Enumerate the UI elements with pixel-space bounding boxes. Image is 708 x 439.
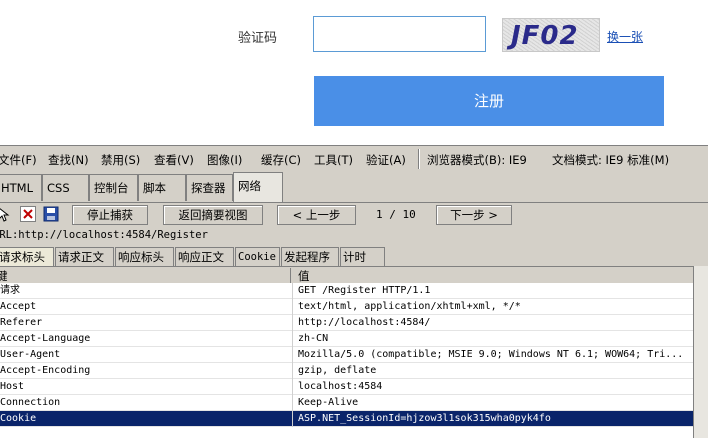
captcha-image-text: JF02 — [511, 21, 579, 51]
tab-cookie[interactable]: Cookie — [235, 247, 280, 267]
browser-mode-menu[interactable]: 浏览器模式(B): IE9 — [427, 152, 527, 168]
request-url: URL:http://localhost:4584/Register — [0, 229, 208, 241]
column-separator — [292, 347, 293, 363]
header-key: 请求 — [0, 285, 20, 296]
tab-response-headers[interactable]: 响应标头 — [115, 247, 174, 267]
header-value: Keep-Alive — [298, 397, 359, 408]
developer-tools-panel: 文件(F) 查找(N) 禁用(S) 查看(V) 图像(I) 缓存(C) 工具(T… — [0, 145, 708, 439]
header-value: text/html, application/xhtml+xml, */* — [298, 301, 521, 312]
select-icon[interactable] — [0, 206, 12, 222]
devtools-tabs: HTML CSS 控制台 脚本 探查器 网络 — [0, 172, 708, 203]
header-value: localhost:4584 — [298, 381, 383, 392]
column-separator — [292, 315, 293, 331]
menu-find[interactable]: 查找(N) — [48, 152, 89, 168]
tab-profiler[interactable]: 探查器 — [186, 174, 233, 201]
document-mode-menu[interactable]: 文档模式: IE9 标准(M) — [552, 152, 669, 168]
table-row[interactable]: User-Agent Mozilla/5.0 (compatible; MSIE … — [0, 347, 693, 363]
table-row[interactable]: Cookie ASP.NET_SessionId=hjzow3l1sok315wh… — [0, 411, 693, 427]
column-separator — [292, 379, 293, 395]
registration-form: 验证码 JF02 换一张 注册 — [0, 0, 708, 140]
menu-images[interactable]: 图像(I) — [207, 152, 242, 168]
header-key: Referer — [0, 317, 43, 328]
column-separator — [292, 331, 293, 347]
header-value: Mozilla/5.0 (compatible; MSIE 9.0; Windo… — [298, 349, 684, 360]
column-separator — [292, 363, 293, 379]
previous-button[interactable]: < 上一步 — [277, 205, 356, 225]
column-separator — [292, 395, 293, 411]
header-value: http://localhost:4584/ — [298, 317, 431, 328]
tab-css[interactable]: CSS — [42, 174, 89, 201]
header-key: Accept — [0, 301, 37, 312]
header-key: Accept-Encoding — [0, 365, 91, 376]
tab-html[interactable]: HTML — [0, 174, 42, 201]
menu-cache[interactable]: 缓存(C) — [261, 152, 301, 168]
table-row[interactable]: Accept-Language zh-CN — [0, 331, 693, 347]
header-value: ASP.NET_SessionId=hjzow3l1sok315wha0pyk4… — [298, 413, 551, 424]
captcha-input[interactable] — [313, 16, 486, 52]
grid-scrollbar[interactable] — [693, 266, 708, 438]
menu-file[interactable]: 文件(F) — [0, 152, 37, 168]
register-button[interactable]: 注册 — [314, 76, 664, 126]
table-row[interactable]: 请求 GET /Register HTTP/1.1 — [0, 283, 693, 299]
column-header-key[interactable]: 键 — [0, 268, 291, 283]
table-row[interactable]: Accept text/html, application/xhtml+xml, … — [0, 299, 693, 315]
menu-disable[interactable]: 禁用(S) — [101, 152, 140, 168]
tab-response-body[interactable]: 响应正文 — [175, 247, 234, 267]
grid-header: 键 值 — [0, 267, 693, 283]
table-row[interactable]: Connection Keep-Alive — [0, 395, 693, 411]
header-value: zh-CN — [298, 333, 329, 344]
column-separator — [292, 411, 293, 427]
network-toolbar: 停止捕获 返回摘要视图 < 上一步 1 / 10 下一步 > — [0, 203, 708, 227]
header-value: gzip, deflate — [298, 365, 377, 376]
menu-tools[interactable]: 工具(T) — [314, 152, 353, 168]
menu-view[interactable]: 查看(V) — [154, 152, 194, 168]
captcha-label: 验证码 — [238, 31, 278, 46]
captcha-image: JF02 — [502, 18, 600, 52]
table-row[interactable]: Accept-Encoding gzip, deflate — [0, 363, 693, 379]
column-separator — [292, 299, 293, 315]
header-rows: 请求 GET /Register HTTP/1.1 Accept text/html,… — [0, 283, 693, 427]
headers-grid: 键 值 请求 GET /Register HTTP/1.1 Accept text/h… — [0, 266, 693, 439]
header-value: GET /Register HTTP/1.1 — [298, 285, 431, 296]
menu-validate[interactable]: 验证(A) — [366, 152, 406, 168]
devtools-menubar: 文件(F) 查找(N) 禁用(S) 查看(V) 图像(I) 缓存(C) 工具(T… — [0, 145, 708, 173]
clear-icon[interactable] — [20, 206, 36, 222]
captcha-refresh-link[interactable]: 换一张 — [607, 28, 643, 45]
tab-console[interactable]: 控制台 — [89, 174, 138, 201]
request-detail-tabs: 请求标头 请求正文 响应标头 响应正文 Cookie 发起程序 计时 — [0, 247, 708, 267]
menu-separator — [418, 149, 420, 169]
tab-script[interactable]: 脚本 — [138, 174, 186, 201]
header-key: Host — [0, 381, 25, 392]
tab-request-body[interactable]: 请求正文 — [55, 247, 114, 267]
header-key: Connection — [0, 397, 61, 408]
save-icon[interactable] — [43, 206, 59, 222]
header-key: Cookie — [0, 413, 37, 424]
page-indicator: 1 / 10 — [376, 208, 416, 221]
header-key: User-Agent — [0, 349, 61, 360]
tab-initiator[interactable]: 发起程序 — [281, 247, 339, 267]
column-header-value[interactable]: 值 — [298, 268, 310, 284]
back-to-summary-button[interactable]: 返回摘要视图 — [163, 205, 263, 225]
tab-request-headers[interactable]: 请求标头 — [0, 247, 54, 267]
tab-network[interactable]: 网络 — [233, 172, 283, 202]
column-separator — [292, 283, 293, 299]
table-row[interactable]: Host localhost:4584 — [0, 379, 693, 395]
tab-timing[interactable]: 计时 — [340, 247, 385, 267]
table-row[interactable]: Referer http://localhost:4584/ — [0, 315, 693, 331]
stop-capture-button[interactable]: 停止捕获 — [72, 205, 148, 225]
next-button[interactable]: 下一步 > — [436, 205, 512, 225]
header-key: Accept-Language — [0, 333, 91, 344]
